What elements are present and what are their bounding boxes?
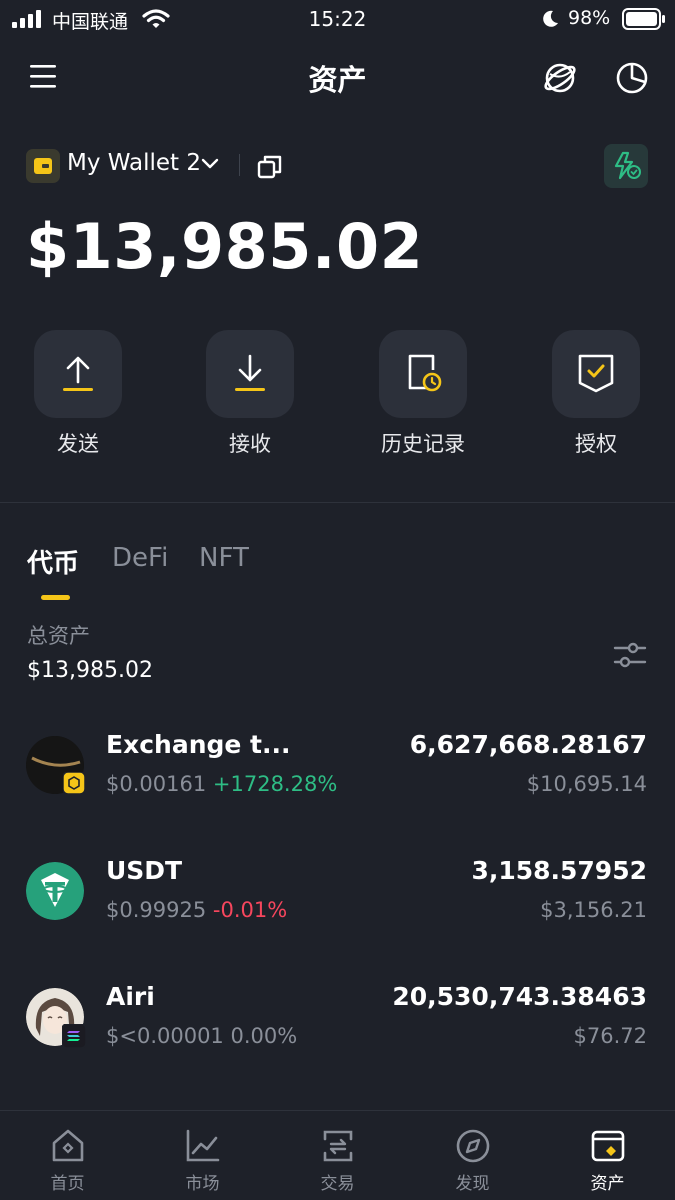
send-button[interactable] <box>34 330 122 418</box>
history-icon <box>408 354 442 392</box>
token-value: $3,156.21 <box>540 898 647 922</box>
pie-chart-icon[interactable] <box>614 60 650 96</box>
token-amount: 6,627,668.28167 <box>409 730 647 759</box>
swap-icon <box>323 1130 353 1162</box>
history-label: 历史记录 <box>381 432 465 456</box>
token-amount: 3,158.57952 <box>471 856 647 885</box>
nav-label: 市场 <box>185 1174 220 1194</box>
token-change: +1728.28% <box>212 772 338 796</box>
token-row[interactable]: Exchange t... $0.00161 +1728.28% 6,627,6… <box>0 715 675 841</box>
nav-label: 发现 <box>455 1174 490 1194</box>
token-change: -0.01% <box>212 898 288 922</box>
wallet-icon <box>26 149 60 183</box>
token-name: USDT <box>106 856 183 885</box>
token-price-line: $0.00161 +1728.28% <box>106 772 337 796</box>
token-price: $0.99925 <box>106 898 207 922</box>
token-price: $<0.00001 <box>106 1024 224 1048</box>
nav-trade[interactable]: 交易 <box>270 1111 405 1200</box>
nav-label: 资产 <box>590 1174 625 1194</box>
gas-button[interactable] <box>604 144 648 188</box>
filter-settings-icon[interactable] <box>613 640 647 670</box>
solana-chain-badge-icon <box>62 1024 86 1048</box>
token-name: Airi <box>106 982 155 1011</box>
arrow-up-icon <box>63 356 93 391</box>
wallet-icon <box>591 1130 625 1162</box>
token-value: $10,695.14 <box>526 772 647 796</box>
bottom-nav: 首页 市场 交易 发现 资产 <box>0 1110 675 1200</box>
token-row[interactable]: Airi $<0.00001 0.00% 20,530,743.38463 $7… <box>0 967 675 1093</box>
moon-icon <box>543 10 558 27</box>
section-divider <box>0 502 675 503</box>
battery-percent: 98% <box>568 7 611 29</box>
token-name: Exchange t... <box>106 730 291 759</box>
total-balance: $13,985.02 <box>26 210 424 283</box>
token-amount: 20,530,743.38463 <box>392 982 647 1011</box>
arrow-down-icon <box>235 354 265 391</box>
wallet-name[interactable]: My Wallet 2 <box>67 150 201 176</box>
nav-label: 首页 <box>50 1174 85 1194</box>
history-button[interactable] <box>379 330 467 418</box>
bnb-chain-badge-icon <box>63 772 85 794</box>
wallet-divider <box>239 154 240 176</box>
copy-icon[interactable] <box>257 154 283 180</box>
total-assets-label: 总资产 <box>27 624 90 648</box>
nav-discover[interactable]: 发现 <box>405 1111 540 1200</box>
token-value: $76.72 <box>573 1024 647 1048</box>
usdt-logo-icon <box>26 862 84 920</box>
send-label: 发送 <box>57 432 99 456</box>
chart-icon <box>186 1129 220 1162</box>
total-assets-value: $13,985.02 <box>27 658 153 683</box>
active-tab-indicator <box>41 595 70 600</box>
token-price-line: $0.99925 -0.01% <box>106 898 287 922</box>
authorize-label: 授权 <box>575 432 617 456</box>
receive-button[interactable] <box>206 330 294 418</box>
nav-home[interactable]: 首页 <box>0 1111 135 1200</box>
lightning-check-icon <box>614 151 641 180</box>
receive-label: 接收 <box>229 432 271 456</box>
globe-icon[interactable] <box>542 60 578 96</box>
token-price-line: $<0.00001 0.00% <box>106 1024 297 1048</box>
battery-icon <box>622 8 665 30</box>
tab-defi[interactable]: DeFi <box>112 543 168 573</box>
authorize-button[interactable] <box>552 330 640 418</box>
nav-market[interactable]: 市场 <box>135 1111 270 1200</box>
nav-assets[interactable]: 资产 <box>540 1111 675 1200</box>
home-icon <box>52 1129 84 1162</box>
shield-check-icon <box>578 354 614 393</box>
nav-label: 交易 <box>320 1174 355 1194</box>
token-row[interactable]: USDT $0.99925 -0.01% 3,158.57952 $3,156.… <box>0 841 675 967</box>
status-bar: 中国联通 15:22 98% <box>0 0 675 40</box>
compass-icon <box>456 1129 490 1163</box>
chevron-down-icon[interactable] <box>201 157 219 171</box>
tab-nft[interactable]: NFT <box>199 543 249 573</box>
token-change: 0.00% <box>230 1024 298 1048</box>
tab-tokens[interactable]: 代币 <box>27 543 79 580</box>
token-price: $0.00161 <box>106 772 207 796</box>
